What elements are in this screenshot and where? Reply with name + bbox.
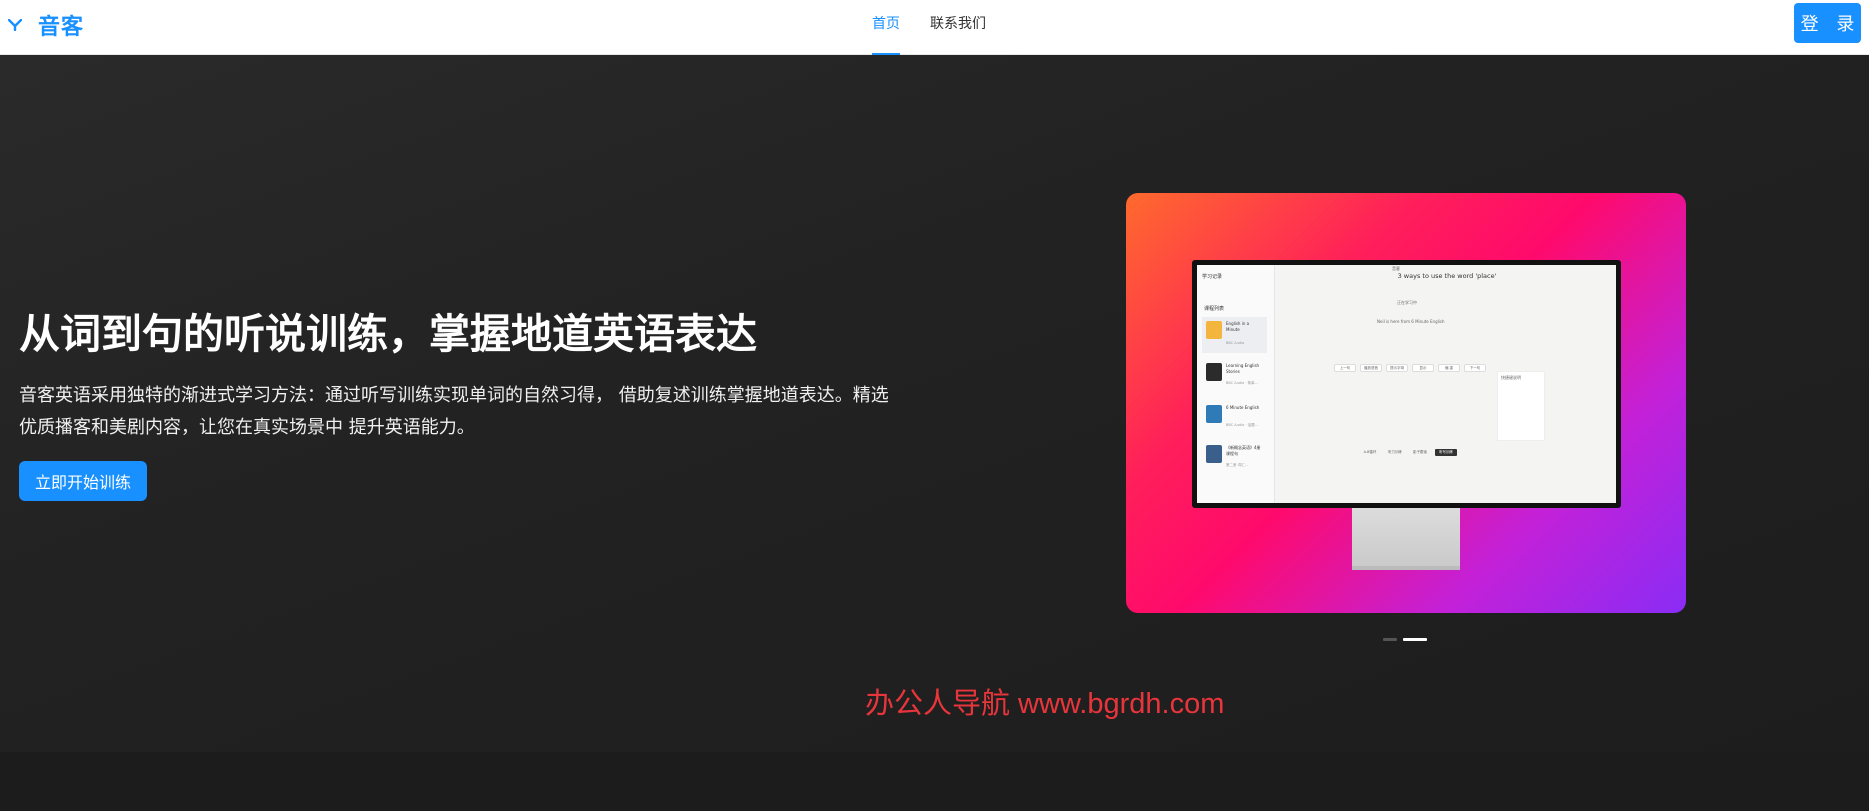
top-navbar: 音客 首页 联系我们 登 录 [0, 0, 1869, 55]
preview-lesson-title: 3 ways to use the word 'place' [1397, 272, 1497, 280]
preview-control: 偏 重 [1438, 364, 1460, 372]
course-title: English in a Minute [1226, 321, 1250, 332]
preview-control: 下一句 [1464, 364, 1486, 372]
monitor-stand-foot [1352, 566, 1460, 570]
preview-course-item: English in a Minute BBC Audio [1202, 317, 1267, 353]
preview-control: 播放语音 [1360, 364, 1382, 372]
preview-course-item: 《新概念英语》4册 课程句 第二册 词汇... [1202, 441, 1267, 477]
hero-description: 音客英语采用独特的渐进式学习方法：通过听写训练实现单词的自然习得， 借助复述训练… [19, 385, 889, 438]
nav-item-contact[interactable]: 联系我们 [930, 0, 986, 55]
course-subtitle: BBC Audio · 话题... [1226, 423, 1258, 427]
hero-title: 从词到句的听说训练，掌握地道英语表达 [19, 310, 757, 358]
course-thumbnail [1206, 405, 1222, 423]
course-subtitle: 第二册 词汇... [1226, 463, 1248, 467]
monitor-frame: 学习记录 课程列表 English in a Minute BBC Audio … [1192, 260, 1621, 508]
carousel-dots [1383, 638, 1427, 641]
preview-course-list-title: 课程列表 [1204, 306, 1225, 312]
monitor-stand [1352, 508, 1460, 570]
app-screenshot: 学习记录 课程列表 English in a Minute BBC Audio … [1197, 265, 1616, 503]
shortcut-panel-title: 快捷键说明 [1501, 375, 1521, 380]
preview-sidebar: 学习记录 课程列表 English in a Minute BBC Audio … [1197, 265, 1275, 503]
course-thumbnail [1206, 445, 1222, 463]
main-nav: 首页 联系我们 [872, 0, 1016, 55]
course-subtitle: BBC Audio · 故事... [1226, 381, 1258, 385]
nav-item-home[interactable]: 首页 [872, 0, 900, 55]
preview-sidebar-title: 学习记录 [1202, 274, 1223, 280]
course-title: 6 Minute English [1226, 405, 1260, 410]
preview-course-item: Learning English Stories BBC Audio · 故事.… [1202, 359, 1267, 395]
preview-shortcut-panel: 快捷键说明 [1497, 371, 1545, 441]
preview-lesson-sub: 正在学习中 [1397, 300, 1417, 305]
lower-section [0, 752, 1869, 811]
preview-control: 显示 [1412, 364, 1434, 372]
preview-bottom-control: A-B循环 [1363, 450, 1377, 454]
preview-bottom-control: 听写训练 [1435, 449, 1457, 456]
preview-bottom-control: 听力训练 [1388, 450, 1402, 454]
brand-name: 音客 [38, 15, 85, 40]
preview-control: 提示字母 [1386, 364, 1408, 372]
y-logo-icon [6, 16, 24, 34]
preview-lesson-line: Neil is here from 6 Minute English [1377, 319, 1445, 324]
preview-control: 上一句 [1334, 364, 1356, 372]
start-training-button[interactable]: 立即开始训练 [19, 461, 147, 501]
carousel-dot-active[interactable] [1403, 638, 1427, 641]
course-title: 《新概念英语》4册 课程句 [1226, 445, 1261, 456]
carousel-dot[interactable] [1383, 638, 1397, 641]
preview-course-item: 6 Minute English BBC Audio · 话题... [1202, 401, 1267, 437]
preview-bottom-control: 影子跟读 [1413, 450, 1427, 454]
course-thumbnail [1206, 363, 1222, 381]
course-title: Learning English Stories [1226, 363, 1260, 374]
login-button[interactable]: 登 录 [1794, 3, 1861, 43]
watermark: 办公人导航 www.bgrdh.com [865, 688, 1225, 720]
course-thumbnail [1206, 321, 1222, 339]
product-preview-card: 学习记录 课程列表 English in a Minute BBC Audio … [1126, 193, 1686, 613]
course-subtitle: BBC Audio [1226, 341, 1245, 345]
logo[interactable]: 音客 [6, 10, 84, 40]
